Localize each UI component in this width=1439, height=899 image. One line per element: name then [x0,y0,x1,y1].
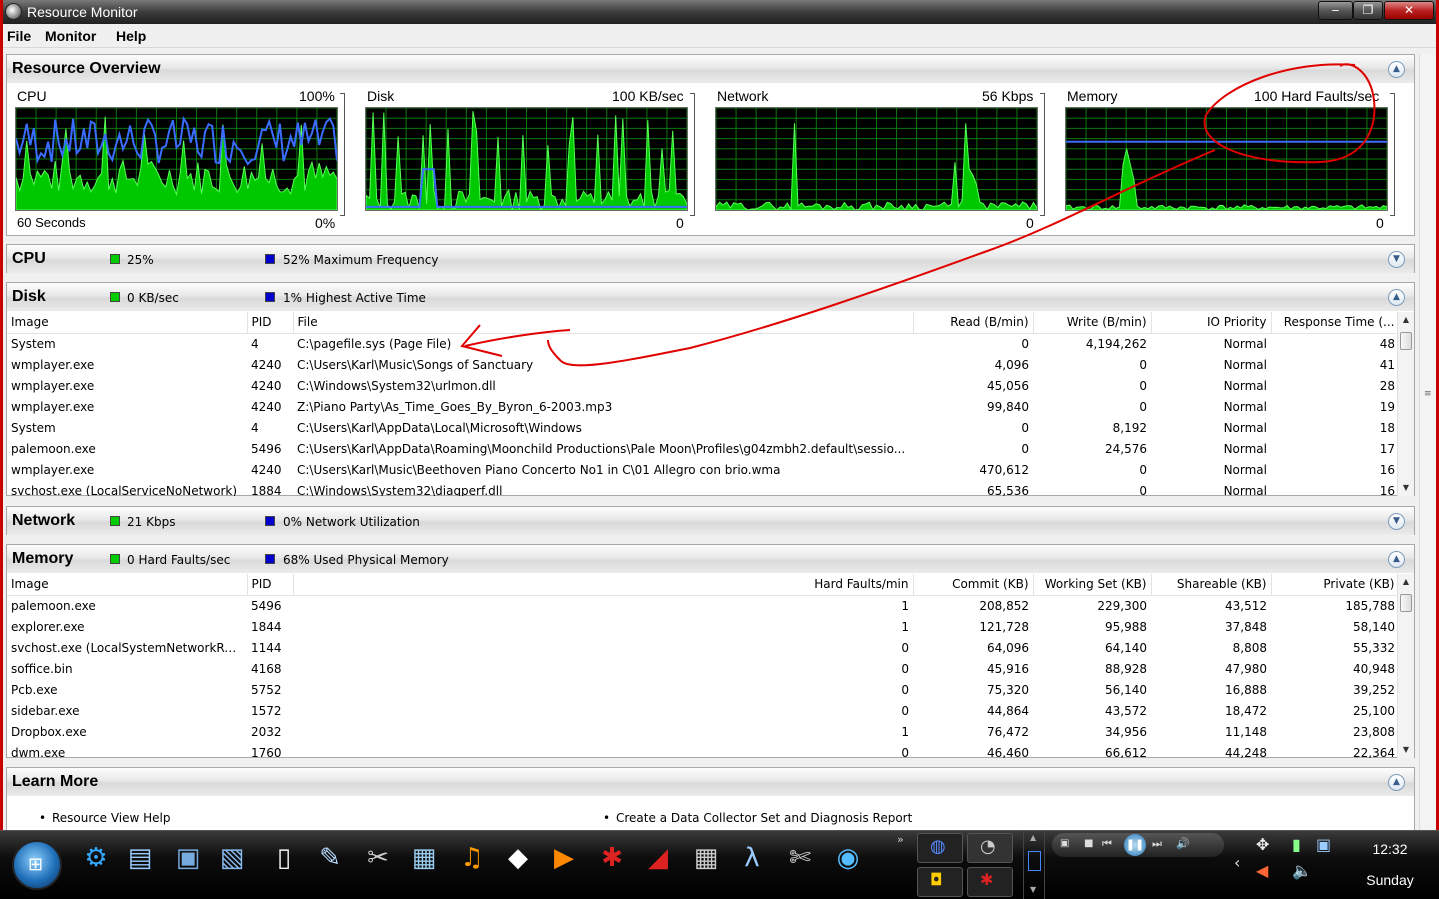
math-app-icon[interactable]: λ [734,838,770,878]
restore-player-icon[interactable]: ▣ [1060,838,1069,849]
calculator-icon[interactable]: ▦ [688,838,724,878]
taskbar-window-button[interactable]: ✱ [967,867,1013,897]
overflow-chevron-icon[interactable]: » [897,833,904,846]
wave-app-icon[interactable]: ◉ [830,838,866,878]
pause-icon[interactable]: ❚❚ [1124,834,1146,856]
windows-logo-icon: ⊞ [28,854,44,875]
snipping-tool-icon[interactable]: ✄ [782,838,818,878]
pcb-app-icon[interactable]: ✱ [594,838,630,878]
scroll-down-icon[interactable]: ▼ [1030,885,1036,894]
previous-icon[interactable]: ⏮ [1102,837,1112,851]
clock-time[interactable]: 12:32 [1355,841,1425,857]
scroll-up-icon[interactable]: ▲ [1030,833,1036,842]
lock-app-icon: ◘ [930,870,943,889]
globe-icon: ◍ [930,836,946,857]
taskbar-window-button[interactable]: ◍ [917,833,963,863]
start-button[interactable]: ⊞ [12,840,62,890]
battery-tray-icon[interactable]: ▮ [1292,835,1301,854]
gallery-app-icon[interactable]: ▧ [214,838,250,878]
annotation-circle [1203,63,1376,164]
app-tray-icon[interactable]: ◀ [1256,861,1268,880]
next-icon[interactable]: ⏭ [1152,837,1162,851]
media-player-toolbar: ▣ ■ ⏮ ❚❚ ⏭ 🔊 [1052,833,1224,857]
tools-icon[interactable]: ✂ [360,838,396,878]
clock-day[interactable]: Sunday [1352,872,1428,888]
taskbar-window-button[interactable]: ◔ [967,833,1013,863]
network-tray-icon[interactable]: ▣ [1316,835,1331,854]
resource-monitor-icon: ◔ [980,836,996,857]
show-hidden-icons-chevron[interactable]: ‹ [1234,853,1240,872]
taskbar-window-button[interactable]: ◘ [917,867,963,897]
document-app-icon[interactable]: ▤ [122,838,158,878]
stop-icon[interactable]: ■ [1084,838,1093,849]
volume-icon[interactable]: 🔊 [1176,837,1190,850]
audio-app-icon[interactable]: ♫ [454,838,490,878]
player-icon[interactable]: ▶ [546,838,582,878]
notepad-icon[interactable]: ✎ [312,838,348,878]
foobar-icon[interactable]: ◆ [500,838,536,878]
dropbox-tray-icon[interactable]: ✥ [1256,835,1269,854]
annotation-arrow-shaft [464,329,571,347]
taskbar: ⊞ ⚙ ▤ ▣ ▧ ▯ ✎ ✂ ▦ ♫ ◆ ▶ ✱ ◢ ▦ λ ✄ ◉ » ◍ … [0,830,1439,899]
annotation-overlay [460,63,1376,367]
annotation-arrow-line [547,149,1216,367]
window-switch-icon[interactable]: ▦ [406,838,442,878]
pcb-window-icon: ✱ [980,870,994,889]
speaker-tray-icon[interactable]: 🔈 [1292,861,1312,880]
file-icon[interactable]: ▯ [266,838,302,878]
media-app-icon[interactable]: ▣ [170,838,206,878]
network-app-icon[interactable]: ⚙ [78,838,114,878]
taskbar-scroller[interactable]: ▲ ▼ [1023,831,1045,899]
red-app-icon[interactable]: ◢ [640,838,676,878]
scroll-thumb[interactable] [1028,851,1041,871]
